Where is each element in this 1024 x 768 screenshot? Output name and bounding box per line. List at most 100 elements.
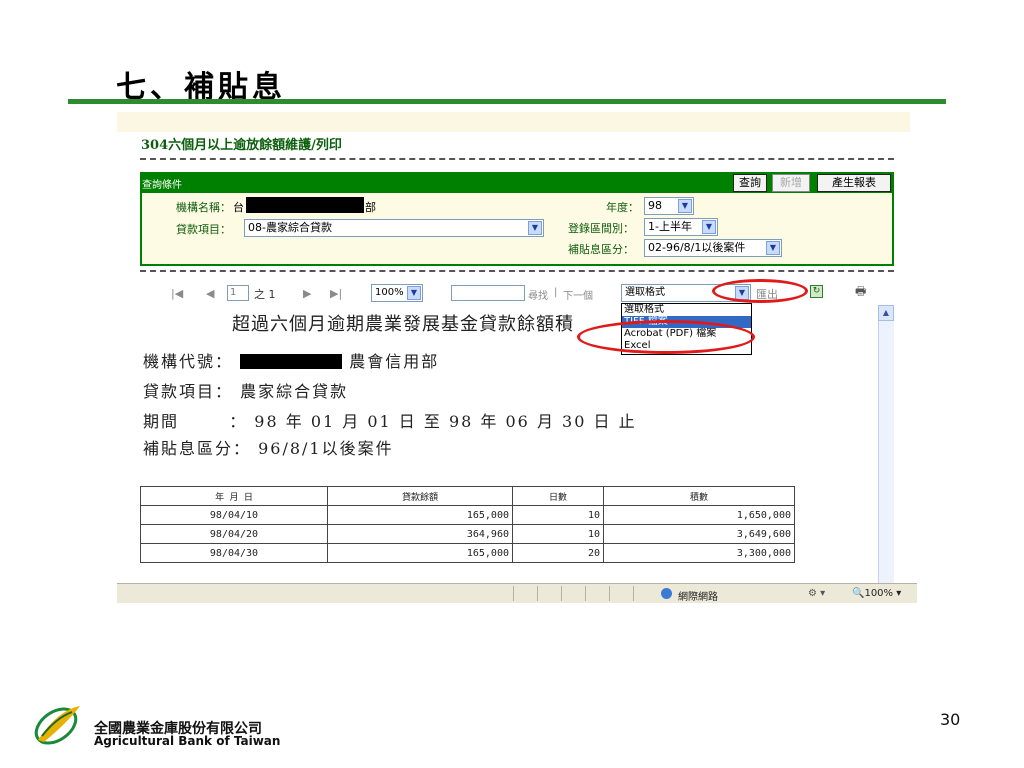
table-cell: 364,960 xyxy=(327,524,513,544)
table-row: 98/04/20 364,960 10 3,649,600 xyxy=(140,524,795,544)
dashed-divider xyxy=(140,158,894,160)
report-loan-row: 貸款項目： 農家綜合貸款 xyxy=(143,378,348,402)
page-number: 30 xyxy=(940,710,961,729)
table-header: 積數 xyxy=(603,486,795,506)
year-select-value: 98 xyxy=(648,199,662,212)
table-cell: 98/04/30 xyxy=(140,543,328,563)
query-bar-label: 查詢條件 xyxy=(142,180,182,191)
report-title: 超過六個月逾期農業發展基金貸款餘額積 xyxy=(232,314,574,335)
table-cell: 165,000 xyxy=(327,505,513,525)
table-cell: 165,000 xyxy=(327,543,513,563)
refresh-icon[interactable]: ↻ xyxy=(810,285,823,298)
status-divider xyxy=(513,586,514,601)
report-org-label: 機構代號： xyxy=(143,352,234,371)
table-row: 98/04/30 165,000 20 3,300,000 xyxy=(140,543,795,563)
loan-item-label: 貸款項目： xyxy=(176,223,231,236)
subsidy-select-value: 02-96/8/1以後案件 xyxy=(648,241,746,254)
generate-report-button[interactable]: 產生報表 xyxy=(817,174,891,192)
table-header: 貸款餘額 xyxy=(327,486,513,506)
report-period-label: 期間 xyxy=(143,412,180,431)
report-subsidy-row: 補貼息區分： 96/8/1以後案件 xyxy=(143,435,394,459)
redaction-bar xyxy=(240,354,343,369)
zoom-select-value: 100% xyxy=(375,287,404,298)
org-name-value-start: 台 xyxy=(233,201,244,214)
globe-icon xyxy=(661,588,672,599)
highlight-oval-export xyxy=(712,279,808,303)
browser-top-strip xyxy=(117,112,910,132)
first-page-icon[interactable]: |◀ xyxy=(171,287,183,300)
dashed-divider xyxy=(140,270,894,272)
report-period-row: 期間 ： 98 年 01 月 01 日 至 98 年 06 月 30 日 止 xyxy=(143,408,637,432)
security-icon[interactable]: ⚙ ▾ xyxy=(808,588,825,599)
status-divider xyxy=(633,586,634,601)
table-cell: 3,649,600 xyxy=(603,524,795,544)
year-select[interactable]: 98 ▼ xyxy=(644,197,694,215)
status-zone: 網際網路 xyxy=(678,592,718,603)
status-divider xyxy=(561,586,562,601)
redaction-bar xyxy=(246,197,364,213)
report-scrollbar[interactable] xyxy=(878,305,894,583)
report-org-row: 機構代號： 農會信用部 xyxy=(143,348,439,372)
table-cell: 98/04/20 xyxy=(140,524,328,544)
table-cell: 3,300,000 xyxy=(603,543,795,563)
period-select[interactable]: 1-上半年 ▼ xyxy=(644,218,718,236)
zoom-select[interactable]: 100% ▼ xyxy=(371,284,423,302)
chevron-down-icon: ▼ xyxy=(528,221,542,235)
status-zoom[interactable]: 🔍100% ▾ xyxy=(852,588,901,599)
table-header-row: 年 月 日 貸款餘額 日數 積數 xyxy=(140,486,795,506)
table-header: 年 月 日 xyxy=(140,486,328,506)
highlight-oval-pdf xyxy=(577,320,755,354)
title-rule xyxy=(68,99,946,104)
scroll-up-icon[interactable]: ▲ xyxy=(878,305,894,321)
chevron-down-icon: ▼ xyxy=(678,199,692,213)
find-next-link[interactable]: 下一個 xyxy=(563,287,593,302)
next-page-icon[interactable]: ▶ xyxy=(303,287,311,300)
find-link[interactable]: 尋找 xyxy=(528,287,548,302)
export-format-select-value: 選取格式 xyxy=(625,287,665,298)
loan-item-select-value: 08-農家綜合貸款 xyxy=(248,221,332,234)
table-cell: 10 xyxy=(512,524,604,544)
table-cell: 20 xyxy=(512,543,604,563)
report-loan-value: 農家綜合貸款 xyxy=(240,382,349,401)
last-page-icon[interactable]: ▶| xyxy=(330,287,342,300)
report-org-value: 農會信用部 xyxy=(349,352,440,371)
table-header: 日數 xyxy=(512,486,604,506)
period-label: 登錄區間別： xyxy=(568,222,634,235)
toolbar-separator: | xyxy=(554,287,558,298)
chevron-down-icon: ▼ xyxy=(702,220,716,234)
screen-heading: 304六個月以上逾放餘額維護/列印 xyxy=(141,138,342,153)
zoom-icon: 🔍 xyxy=(852,588,865,599)
report-table: 年 月 日 貸款餘額 日數 積數 98/04/10 165,000 10 1,6… xyxy=(140,486,795,563)
subsidy-select[interactable]: 02-96/8/1以後案件 ▼ xyxy=(644,239,782,257)
print-icon[interactable]: 🖶 xyxy=(855,285,871,298)
page-number-input[interactable]: 1 xyxy=(227,285,249,301)
report-period-value: ： 98 年 01 月 01 日 至 98 年 06 月 30 日 止 xyxy=(229,412,637,431)
table-row: 98/04/10 165,000 10 1,650,000 xyxy=(140,505,795,525)
company-logo-icon xyxy=(34,706,80,745)
prev-page-icon[interactable]: ◀ xyxy=(206,287,214,300)
page-of-label: 之 1 xyxy=(254,288,276,301)
status-divider xyxy=(585,586,586,601)
dropdown-option[interactable]: 選取格式 xyxy=(622,304,751,316)
org-name-value-end: 部 xyxy=(365,201,376,214)
table-cell: 10 xyxy=(512,505,604,525)
chevron-down-icon: ▼ xyxy=(407,286,421,300)
query-button[interactable]: 查詢 xyxy=(733,174,767,192)
loan-item-select[interactable]: 08-農家綜合貸款 ▼ xyxy=(244,219,544,237)
report-loan-label: 貸款項目： xyxy=(143,382,234,401)
subsidy-label: 補貼息區分： xyxy=(568,243,634,256)
table-cell: 1,650,000 xyxy=(603,505,795,525)
report-subsidy-label: 補貼息區分： xyxy=(143,439,252,458)
find-input[interactable] xyxy=(451,285,525,301)
year-label: 年度： xyxy=(606,201,639,214)
status-divider xyxy=(537,586,538,601)
chevron-down-icon: ▼ xyxy=(766,241,780,255)
browser-status-bar xyxy=(117,583,917,603)
status-divider xyxy=(609,586,610,601)
period-select-value: 1-上半年 xyxy=(648,220,692,233)
add-button[interactable]: 新增 xyxy=(772,174,810,192)
report-subsidy-value: 96/8/1以後案件 xyxy=(258,439,394,458)
org-name-label: 機構名稱： xyxy=(176,201,231,214)
company-name-en: Agricultural Bank of Taiwan xyxy=(94,734,281,748)
table-cell: 98/04/10 xyxy=(140,505,328,525)
